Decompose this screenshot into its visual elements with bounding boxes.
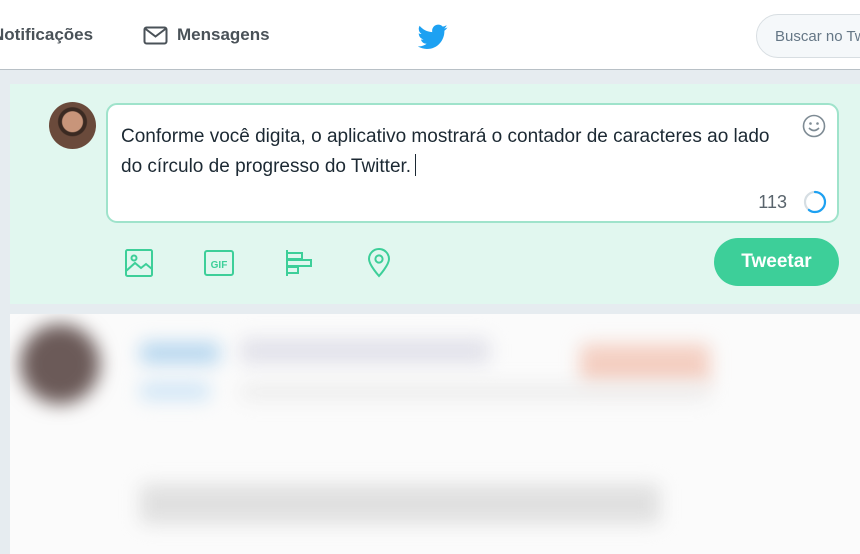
blurred-line [240, 384, 710, 400]
tweet-text-content: Conforme você digita, o aplicativo mostr… [121, 122, 781, 182]
blurred-accent [580, 344, 710, 384]
gif-icon[interactable]: GIF [203, 247, 235, 279]
progress-ring [803, 190, 827, 214]
image-icon[interactable] [123, 247, 155, 279]
twitter-bird-icon[interactable] [418, 24, 448, 50]
svg-text:GIF: GIF [211, 260, 228, 271]
location-icon[interactable] [363, 247, 395, 279]
blurred-name [140, 342, 220, 364]
tweet-textbox[interactable]: Conforme você digita, o aplicativo mostr… [106, 103, 839, 223]
text-caret [415, 154, 417, 176]
blurred-handle [240, 338, 490, 364]
nav-messages[interactable]: Mensagens [143, 25, 270, 45]
search-input[interactable]: Buscar no Twitter [756, 14, 860, 58]
nav-notifications[interactable]: Notificações [0, 25, 93, 45]
search-placeholder: Buscar no Twitter [775, 28, 860, 45]
nav-notifications-label: Notificações [0, 25, 94, 44]
avatar[interactable] [49, 102, 96, 149]
mail-icon [143, 26, 168, 44]
blurred-avatar [20, 324, 100, 404]
nav-messages-label: Mensagens [177, 25, 270, 44]
blurred-text [140, 484, 660, 524]
emoji-icon[interactable] [802, 114, 826, 138]
poll-icon[interactable] [283, 247, 315, 279]
blurred-timeline [10, 314, 860, 554]
blurred-meta [140, 382, 210, 400]
top-navigation: Notificações Mensagens Buscar no Twitter [0, 0, 860, 70]
tweet-button[interactable]: Tweetar [714, 238, 839, 286]
tweet-composer: Conforme você digita, o aplicativo mostr… [10, 84, 860, 304]
tweet-text: Conforme você digita, o aplicativo mostr… [121, 126, 770, 177]
character-counter: 113 [758, 192, 787, 212]
